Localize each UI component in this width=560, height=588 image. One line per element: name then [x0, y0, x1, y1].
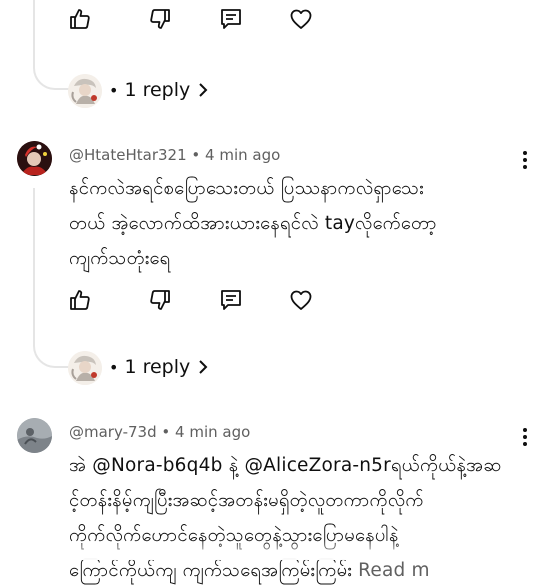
chevron-right-icon [199, 83, 208, 97]
bottom-fade [0, 540, 560, 560]
more-options-icon[interactable] [521, 427, 529, 449]
separator-dot: • [161, 423, 171, 441]
comment-icon[interactable] [219, 287, 243, 313]
text-fragment: နဲ့ [222, 455, 245, 476]
username[interactable]: @mary-73d [69, 423, 157, 441]
mention-link[interactable]: @AliceZora-n5r [244, 455, 391, 476]
comment-line: နင်ကလဲအရင်စပြောသေးတယ် ပြဿနာကလဲရှာသေး [69, 178, 424, 199]
more-options-icon[interactable] [521, 150, 529, 172]
user-avatar[interactable] [17, 141, 52, 176]
dislike-icon[interactable] [148, 287, 172, 313]
replies-label: 1 reply [124, 356, 191, 378]
reply-avatar[interactable] [68, 74, 102, 108]
replies-toggle[interactable]: • 1 reply [109, 79, 210, 101]
text-fragment: ရယ်ကိုယ်နဲ့အဆ [390, 455, 502, 476]
comment-text: အဲ @Nora-b6q4b နဲ့ @AliceZora-n5rရယ်ကိုယ… [69, 448, 549, 588]
comment-text: နင်ကလဲအရင်စပြောသေးတယ် ပြဿနာကလဲရှာသေး တယ်… [69, 171, 539, 276]
avatar-image-icon [17, 418, 52, 453]
comment-meta: @HtateHtar321 • 4 min ago [69, 146, 280, 164]
comment-line: တယ် အဲ့လောက်ထိအားယားနေရင်လဲ tayလိုက်ေတော… [69, 213, 437, 234]
text-fragment: အဲ [69, 455, 93, 476]
bullet: • [109, 80, 119, 100]
read-more-link[interactable]: Read m [358, 560, 430, 581]
separator-dot: • [191, 146, 201, 164]
comment-meta: @mary-73d • 4 min ago [69, 423, 250, 441]
comment-line: ကျက်သတုံးရေ [69, 248, 171, 269]
username[interactable]: @HtateHtar321 [69, 146, 187, 164]
timestamp[interactable]: 4 min ago [175, 423, 250, 441]
comment-line: အဲ @Nora-b6q4b နဲ့ @AliceZora-n5rရယ်ကိုယ… [69, 448, 549, 483]
user-avatar[interactable] [17, 418, 52, 453]
dislike-icon[interactable] [148, 6, 172, 32]
chevron-right-icon [199, 360, 208, 374]
heart-icon[interactable] [289, 6, 313, 32]
comment-line: င့်တန်းနိမ့်ကျပြီးအဆင့်အတန်းမရှိတဲ့လူတကာ… [69, 490, 424, 511]
replies-label: 1 reply [124, 79, 191, 101]
bullet: • [109, 357, 119, 377]
like-icon[interactable] [68, 6, 92, 32]
text-fragment: ကြောင်ကိုယ်ကျ ကျက်သရေအကြမ်းကြမ်း [69, 560, 353, 581]
comment-icon[interactable] [219, 6, 243, 32]
avatar-image-icon [17, 141, 52, 176]
avatar-image-icon [68, 74, 102, 108]
avatar-image-icon [68, 351, 102, 385]
reply-avatar[interactable] [68, 351, 102, 385]
thread-line [33, 188, 75, 368]
timestamp[interactable]: 4 min ago [205, 146, 280, 164]
heart-icon[interactable] [289, 287, 313, 313]
mention-link[interactable]: @Nora-b6q4b [92, 455, 222, 476]
replies-toggle[interactable]: • 1 reply [109, 356, 210, 378]
